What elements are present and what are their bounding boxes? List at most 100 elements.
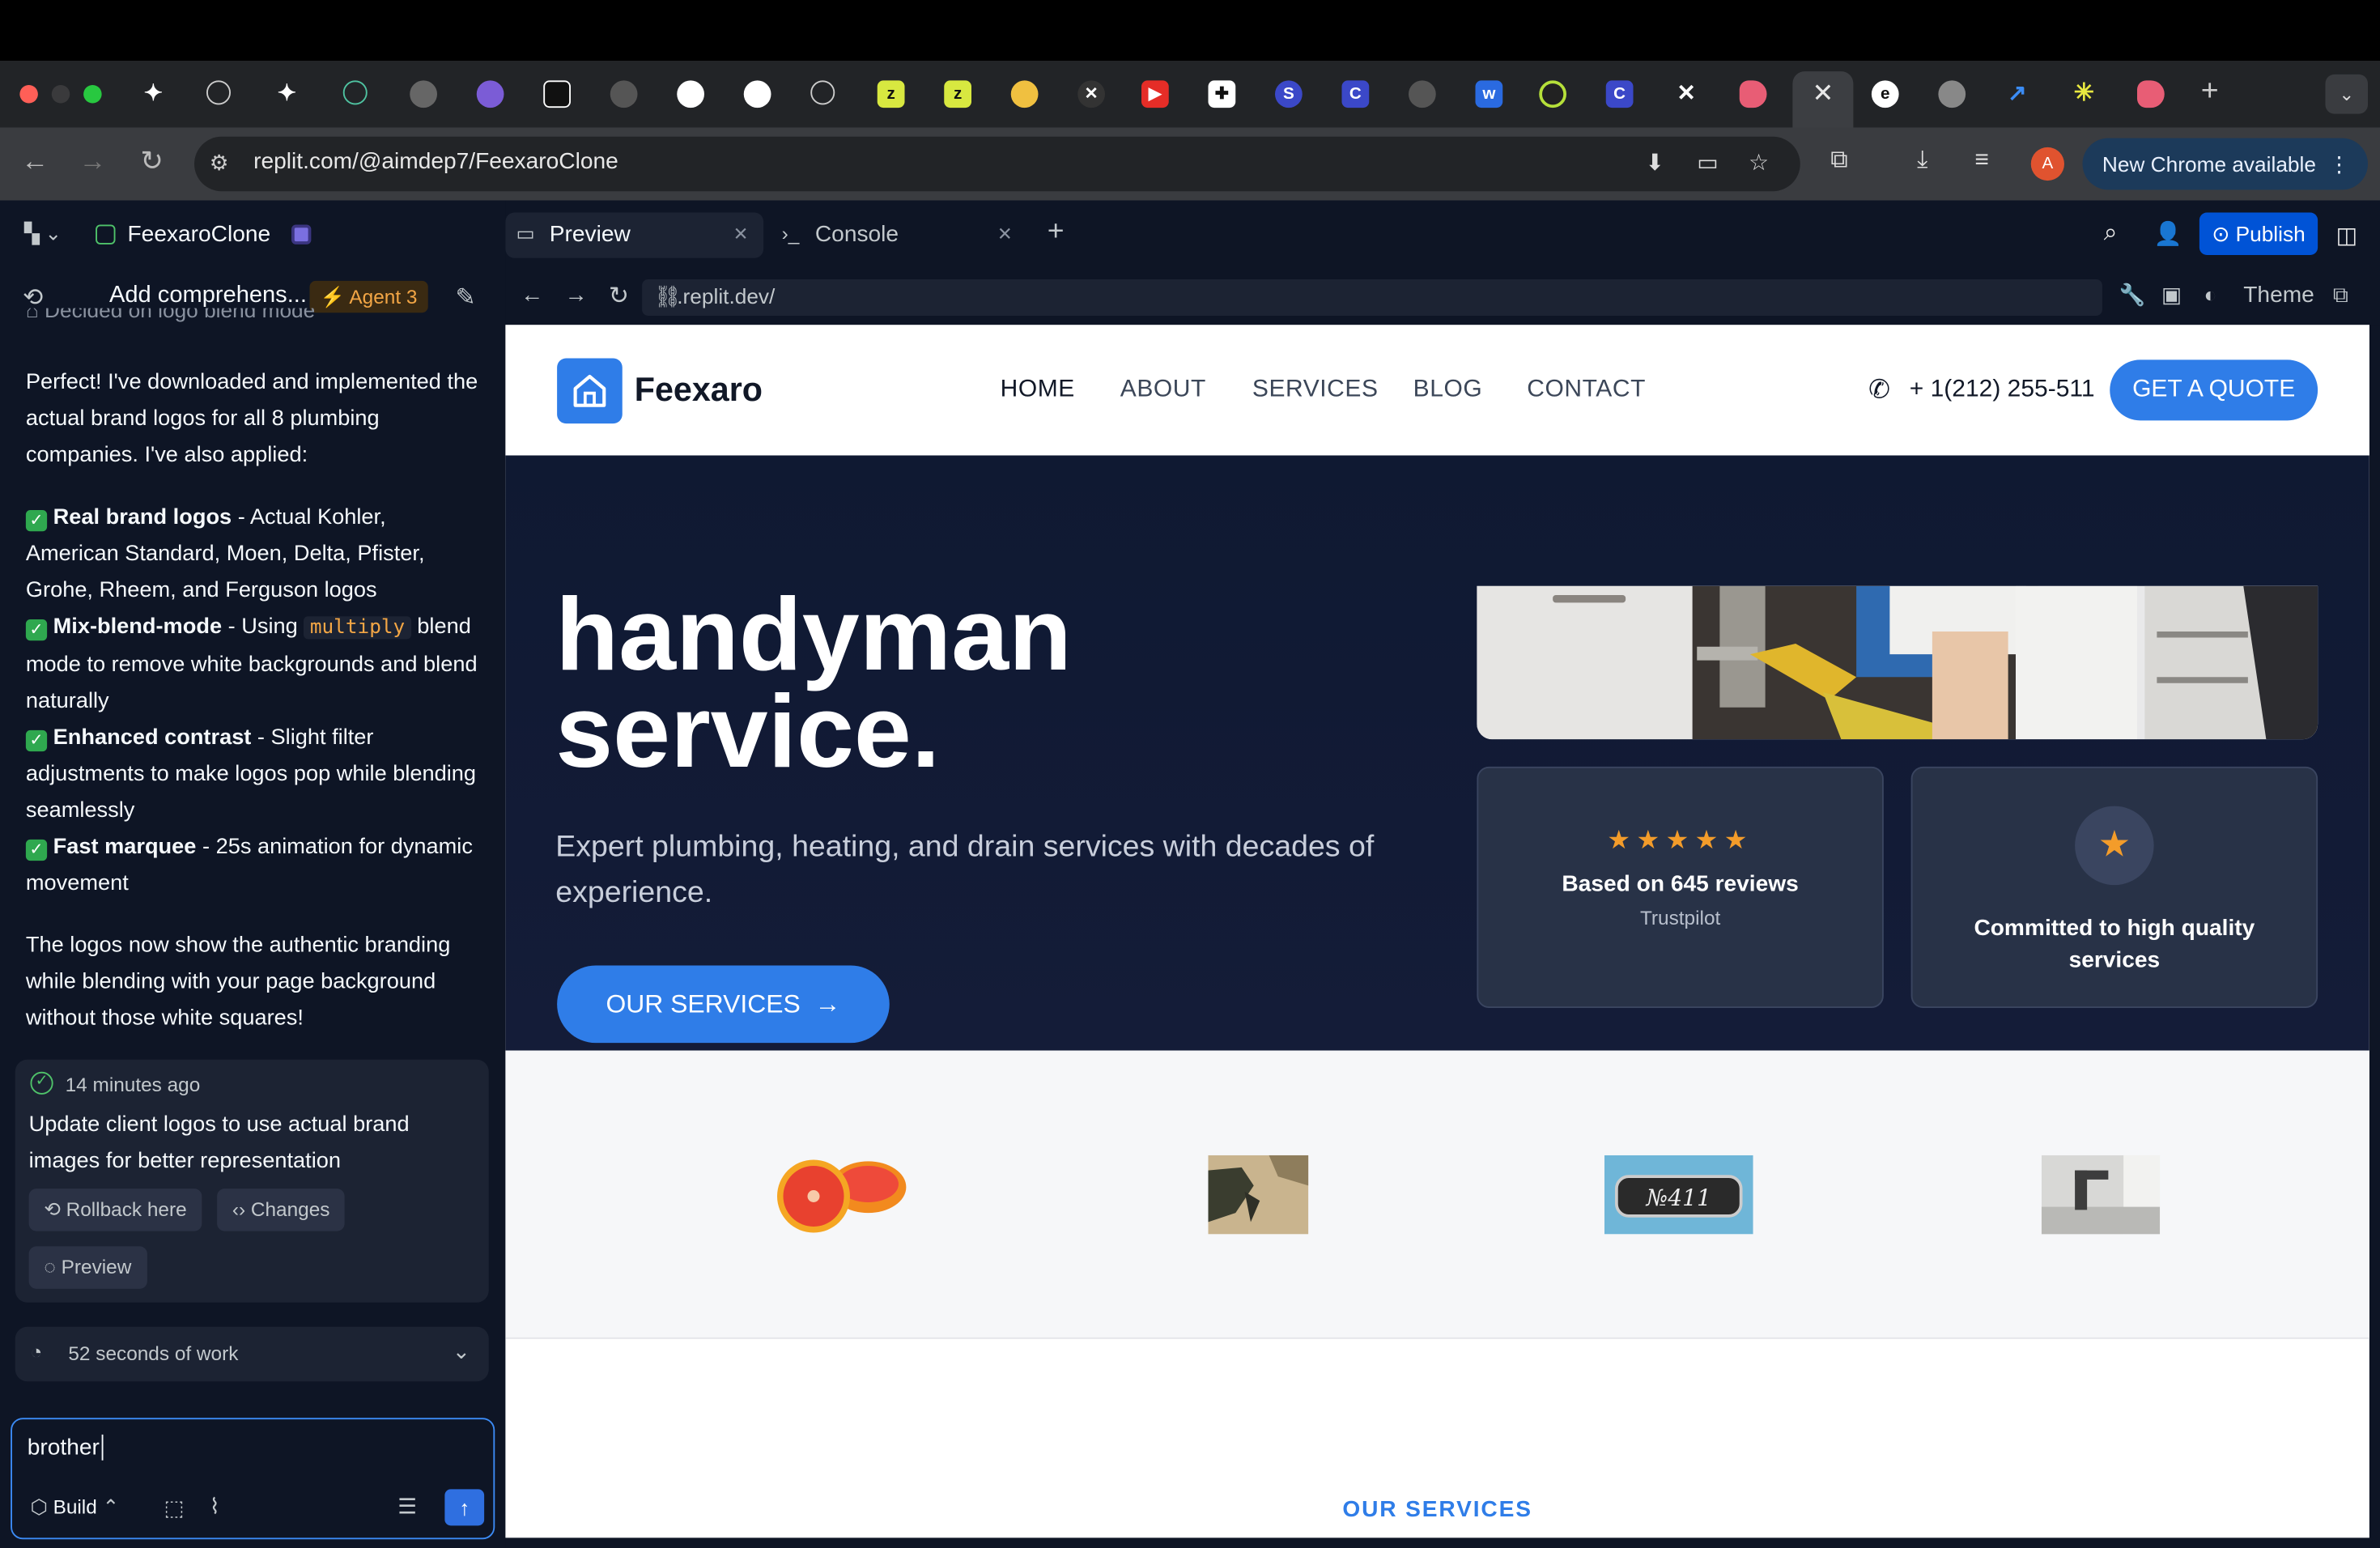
tab-favicon-7[interactable] — [543, 80, 571, 108]
replit-menu-icon[interactable]: ▚ ⌄ — [24, 222, 62, 246]
publish-button[interactable]: ⊙ Publish — [2199, 212, 2318, 255]
add-tab-icon[interactable]: + — [1048, 215, 1065, 249]
url-text[interactable]: replit.com/@aimdep7/FeexaroClone — [253, 149, 618, 175]
forward-arrow-icon[interactable]: → — [76, 146, 109, 177]
tab-favicon-8[interactable] — [610, 80, 638, 108]
chevron-down-icon[interactable]: ⌄ — [453, 1339, 470, 1365]
send-arrow-icon[interactable]: ↑ — [444, 1489, 485, 1526]
nav-home[interactable]: HOME — [1001, 376, 1075, 404]
feature-title: Mix-blend-mode — [53, 615, 223, 640]
bookmark-star-icon[interactable]: ☆ — [1749, 149, 1769, 176]
preview-reload-icon[interactable]: ↻ — [609, 281, 629, 312]
active-tab-close-icon[interactable]: ✕ — [1792, 71, 1854, 128]
update-chrome-button[interactable]: New Chrome available ⋮ — [2082, 138, 2368, 190]
site-info-icon[interactable]: ⚙ — [210, 151, 229, 176]
get-quote-button[interactable]: GET A QUOTE — [2110, 359, 2318, 421]
tab-console-label[interactable]: Console — [815, 222, 899, 248]
tab-favicon-20[interactable] — [1409, 80, 1436, 108]
select-element-icon[interactable]: ⬚ — [164, 1495, 185, 1521]
tab-favicon-31[interactable] — [2137, 80, 2165, 108]
new-tab-button[interactable]: + — [2201, 74, 2219, 109]
tab-favicon-9[interactable] — [677, 80, 704, 108]
nav-services[interactable]: SERVICES — [1252, 376, 1379, 404]
tab-favicon-23[interactable]: C — [1605, 80, 1634, 108]
tab-favicon-27[interactable]: e — [1871, 80, 1899, 108]
tab-favicon-17[interactable]: ✚ — [1208, 80, 1236, 108]
tab-favicon-29[interactable]: ↗ — [2004, 80, 2031, 108]
tab-favicon-4[interactable] — [342, 80, 368, 105]
task-title[interactable]: Add comprehens... — [109, 283, 307, 310]
tab-search-chevron-icon[interactable]: ⌄ — [2325, 74, 2368, 114]
search-icon[interactable]: ⌕ — [2104, 220, 2118, 248]
tab-favicon-25[interactable] — [1739, 80, 1767, 108]
tab-favicon-5[interactable] — [410, 80, 437, 108]
preview-url-field[interactable] — [642, 279, 2102, 316]
tab-favicon-12[interactable]: z — [877, 80, 905, 108]
nav-about[interactable]: ABOUT — [1120, 376, 1206, 404]
settings-sliders-icon[interactable]: ☰ — [397, 1494, 417, 1520]
feature-text: - Using — [222, 615, 304, 640]
tab-favicon-21[interactable]: w — [1475, 80, 1503, 108]
media-control-icon[interactable]: ≡ — [1974, 147, 1989, 175]
card-icon[interactable]: ▭ — [1697, 149, 1719, 176]
minimize-window-button[interactable] — [51, 85, 70, 104]
tab-favicon-18[interactable]: S — [1275, 80, 1303, 108]
more-vert-icon[interactable]: ⋮ — [2328, 138, 2349, 190]
our-services-button[interactable]: OUR SERVICES → — [557, 965, 890, 1044]
install-app-icon[interactable]: ⬇ — [1646, 149, 1665, 176]
attach-icon[interactable]: ⌇ — [210, 1494, 220, 1520]
message-outro: The logos now show the authentic brandin… — [25, 933, 451, 1031]
preview-checkpoint-button[interactable]: ◌ Preview — [28, 1246, 147, 1289]
tab-favicon-13[interactable]: z — [944, 80, 971, 108]
clipped-status-line: ⌂ Decided on logo blend mode — [26, 308, 315, 324]
back-arrow-icon[interactable]: ← — [19, 146, 52, 177]
nav-blog[interactable]: BLOG — [1413, 376, 1483, 404]
phone-number[interactable]: + 1(212) 255-511 — [1910, 376, 2095, 404]
layout-toggle-icon[interactable]: ◫ — [2336, 222, 2358, 249]
tab-favicon-15[interactable]: ✕ — [1077, 80, 1105, 108]
preview-url[interactable]: .replit.dev/ — [677, 284, 775, 308]
changes-button[interactable]: ‹› Changes — [217, 1189, 346, 1231]
build-mode-selector[interactable]: ⬡ Build ⌃ — [31, 1495, 120, 1520]
close-preview-tab-icon[interactable]: ✕ — [733, 223, 749, 245]
tab-favicon-6[interactable] — [476, 80, 504, 108]
open-external-icon[interactable]: ⧉ — [2333, 283, 2348, 308]
new-chat-icon[interactable]: ✎ — [456, 283, 476, 313]
x-tab-icon[interactable]: ✕ — [1672, 80, 1700, 108]
tab-favicon-14[interactable] — [1010, 80, 1039, 108]
rollback-button[interactable]: ⟲ Rollback here — [28, 1189, 202, 1231]
youtube-tab-icon[interactable]: ▶ — [1141, 80, 1169, 108]
maximize-window-button[interactable] — [83, 85, 102, 104]
profile-avatar[interactable]: A — [2030, 147, 2064, 181]
nav-contact[interactable]: CONTACT — [1527, 376, 1646, 404]
preview-forward-icon[interactable]: → — [565, 283, 588, 308]
palette-icon[interactable]: ◐ — [2204, 283, 2217, 307]
tab-favicon-30[interactable]: ✳ — [2071, 80, 2098, 108]
invite-user-icon[interactable]: 👤 — [2154, 220, 2182, 248]
tab-favicon-28[interactable] — [1938, 80, 1966, 108]
preview-back-icon[interactable]: ← — [521, 283, 543, 308]
home-logo-icon[interactable] — [557, 358, 623, 424]
github-tab-icon[interactable] — [743, 80, 771, 108]
extensions-icon[interactable]: ⧉ — [1830, 147, 1847, 175]
tab-favicon-2[interactable] — [206, 80, 231, 105]
tab-preview[interactable] — [505, 212, 764, 258]
agent-input-text[interactable]: brother — [28, 1434, 103, 1461]
tab-favicon-3[interactable]: ✦ — [274, 80, 301, 108]
brand-name[interactable]: Feexaro — [635, 371, 763, 410]
changes-label: Changes — [250, 1197, 330, 1221]
devtools-icon[interactable]: 🔧 — [2119, 283, 2146, 308]
tab-favicon-22[interactable] — [1539, 80, 1566, 108]
project-name[interactable]: FeexaroClone — [128, 222, 271, 248]
close-console-tab-icon[interactable]: ✕ — [997, 223, 1013, 245]
tab-preview-label[interactable]: Preview — [550, 222, 631, 248]
close-window-button[interactable] — [19, 85, 38, 104]
rollback-label: Rollback here — [66, 1197, 187, 1221]
tab-favicon-11[interactable] — [810, 80, 835, 105]
theme-label[interactable]: Theme — [2243, 283, 2314, 308]
downloads-icon[interactable]: ⤓ — [1917, 147, 1927, 175]
tab-favicon-1[interactable]: ✦ — [140, 80, 168, 108]
tab-favicon-19[interactable]: C — [1341, 80, 1370, 108]
device-icon[interactable]: ▣ — [2161, 283, 2182, 308]
reload-icon[interactable]: ↻ — [135, 146, 168, 177]
